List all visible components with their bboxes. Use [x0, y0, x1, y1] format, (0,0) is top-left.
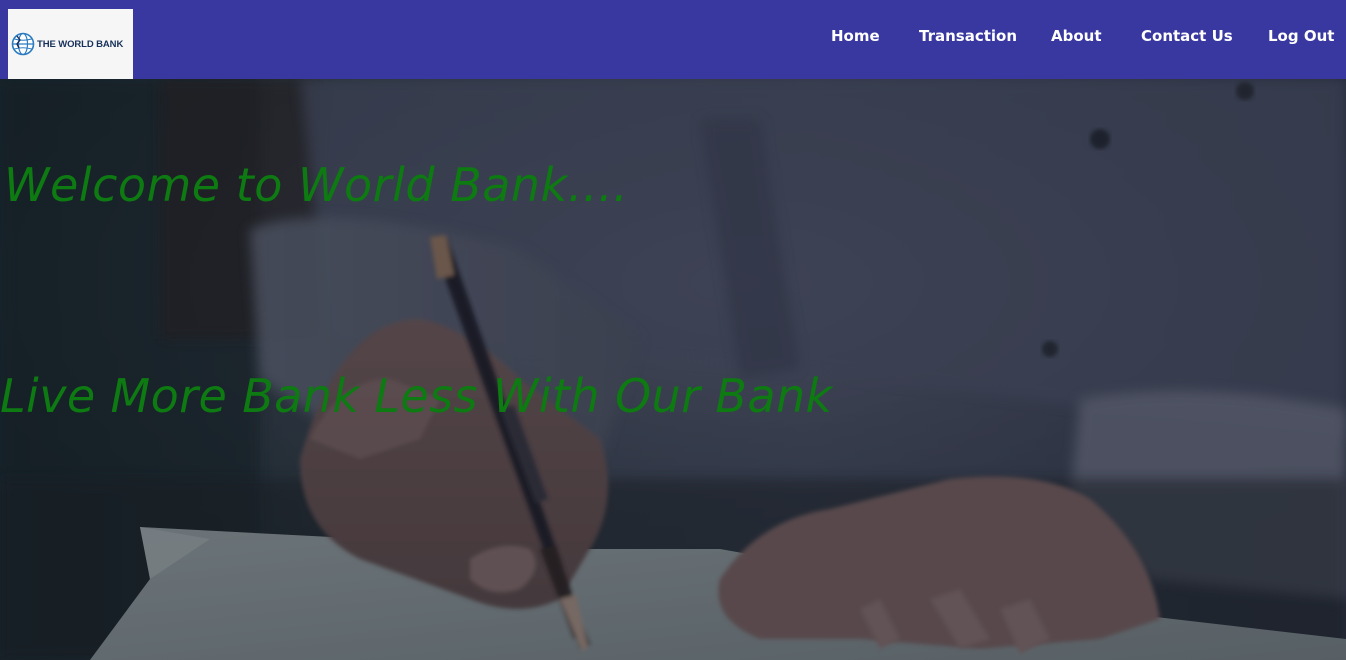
nav-contact-us-link[interactable]: Contact Us — [1141, 26, 1233, 46]
nav-transaction-link[interactable]: Transaction — [919, 26, 1017, 46]
world-bank-logo[interactable]: THE WORLD BANK — [8, 9, 133, 79]
navbar: THE WORLD BANK Home Transaction About Co… — [0, 0, 1346, 79]
nav-about-link[interactable]: About — [1051, 26, 1102, 46]
globe-icon — [11, 32, 35, 56]
hero-section: Welcome to World Bank.... Live More Bank… — [0, 79, 1346, 660]
nav-home-link[interactable]: Home — [831, 26, 880, 46]
tagline-heading: Live More Bank Less With Our Bank — [0, 369, 833, 423]
page: THE WORLD BANK Home Transaction About Co… — [0, 0, 1346, 660]
welcome-heading: Welcome to World Bank.... — [4, 158, 629, 212]
nav-log-out-link[interactable]: Log Out — [1268, 26, 1334, 46]
logo-text: THE WORLD BANK — [37, 38, 124, 50]
